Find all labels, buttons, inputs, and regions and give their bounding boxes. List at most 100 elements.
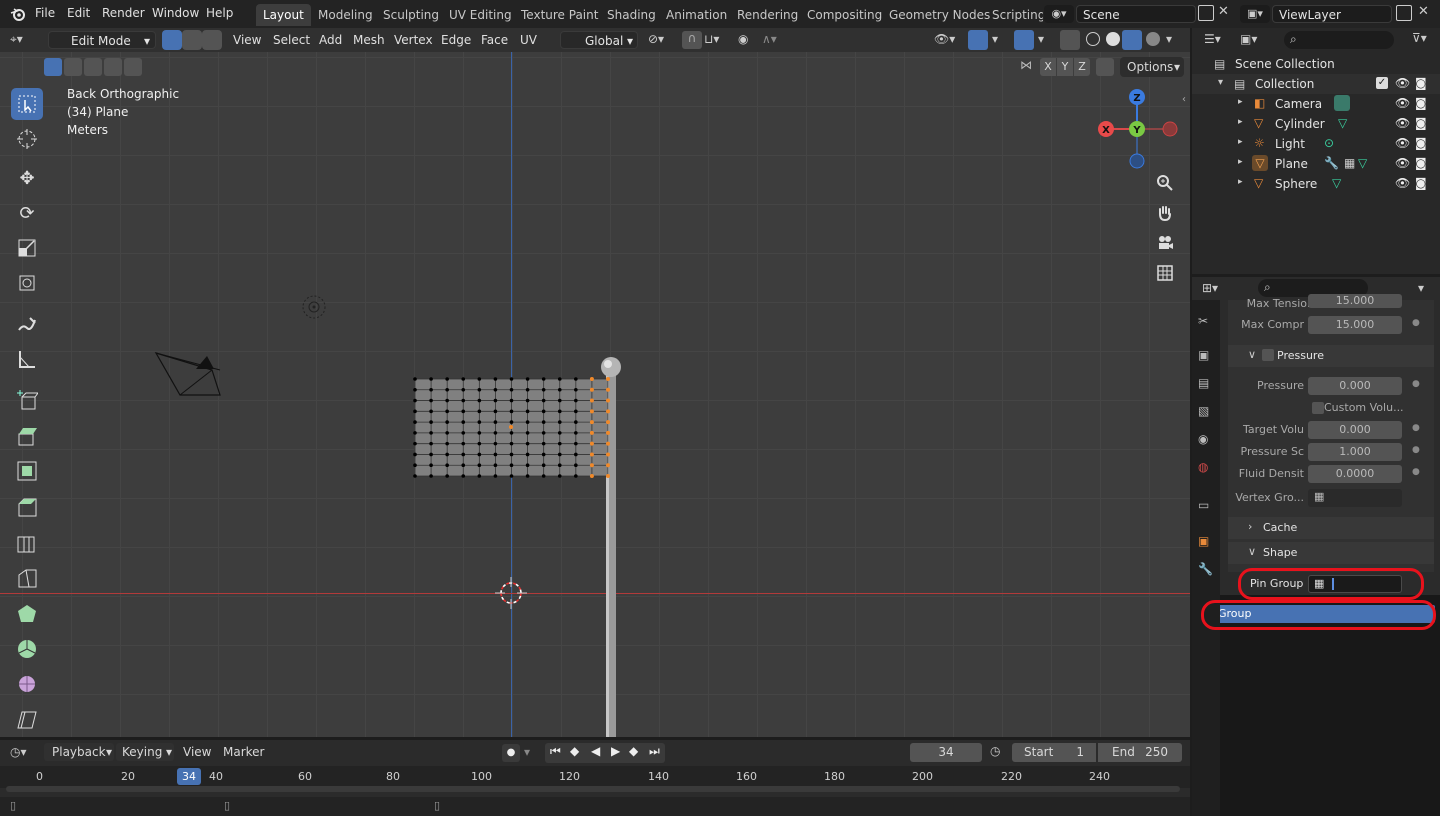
mesh-vertex[interactable]	[493, 463, 498, 468]
max-compr-field[interactable]: 15.000	[1308, 316, 1402, 334]
mesh-vertex[interactable]	[413, 452, 417, 457]
current-frame-field[interactable]: 34	[910, 743, 982, 762]
mesh-vertex[interactable]	[525, 377, 530, 381]
close-viewlayer-icon[interactable]: ✕	[1418, 4, 1429, 19]
extrude-tool-icon[interactable]	[11, 420, 43, 452]
mesh-vertex[interactable]	[509, 463, 514, 468]
mesh-vertex[interactable]	[493, 387, 498, 392]
current-frame-indicator[interactable]: 34	[177, 768, 201, 785]
mesh-vertex[interactable]	[429, 387, 433, 392]
mesh-vertex[interactable]	[525, 474, 530, 478]
mesh-vertex[interactable]	[477, 420, 482, 424]
keyframe-dot-icon[interactable]: ●	[1412, 467, 1420, 477]
mesh-vertex[interactable]	[413, 387, 417, 392]
mesh-vertex[interactable]	[429, 398, 433, 403]
select-box-tool-icon[interactable]	[11, 88, 43, 120]
jump-start-icon[interactable]: ⏮	[550, 744, 561, 759]
outliner-search-field[interactable]: ⌕	[1284, 31, 1394, 49]
camera-object[interactable]	[154, 351, 221, 396]
mesh-vertex[interactable]	[574, 409, 578, 414]
mesh-vertex[interactable]	[606, 377, 610, 381]
mesh-vertex[interactable]	[525, 441, 530, 446]
menu-mesh[interactable]: Mesh	[353, 33, 385, 47]
mesh-vertex[interactable]	[541, 420, 546, 424]
mesh-vertex[interactable]	[541, 398, 546, 403]
outliner-row-plane[interactable]: ▸ ▽ Plane 🔧 ▦ ▽ 👁 ◙	[1192, 154, 1440, 174]
mesh-vertex[interactable]	[589, 420, 594, 425]
mesh-vertex[interactable]	[413, 409, 417, 414]
outliner-editor-type-icon[interactable]: ☰▾	[1204, 32, 1221, 46]
mesh-vertex[interactable]	[477, 474, 482, 478]
overlays-icon[interactable]	[1014, 30, 1034, 50]
chevron-right-icon[interactable]: ▸	[1238, 157, 1243, 167]
menu-render[interactable]: Render	[102, 6, 145, 20]
shear-tool-icon[interactable]	[11, 703, 43, 735]
mesh-vertex[interactable]	[413, 474, 417, 478]
start-frame-field[interactable]: Start 1	[1012, 743, 1096, 762]
outliner-row-collection[interactable]: ▾ ▤ Collection ✓ 👁 ◙	[1192, 74, 1440, 94]
mesh-vertex[interactable]	[589, 377, 594, 381]
pressure-field[interactable]: 0.000	[1308, 377, 1402, 395]
scene-objects[interactable]	[0, 52, 1190, 737]
timeline-marker-menu[interactable]: Marker	[223, 745, 264, 759]
mesh-vertex[interactable]	[589, 430, 594, 435]
output-tab-icon[interactable]: ▤	[1198, 376, 1209, 390]
camera-render-icon[interactable]: ◙	[1415, 76, 1427, 90]
menu-view[interactable]: View	[233, 33, 261, 47]
mesh-vertex[interactable]	[574, 463, 578, 468]
mesh-vertex[interactable]	[445, 431, 449, 435]
camera-render-icon[interactable]: ◙	[1415, 176, 1427, 190]
mesh-vertex[interactable]	[413, 431, 417, 435]
jump-keyframe-forward-icon[interactable]: ◆	[629, 744, 638, 758]
mesh-vertex[interactable]	[445, 463, 449, 468]
mesh-vertex[interactable]	[589, 387, 594, 392]
mesh-vertex[interactable]	[429, 452, 433, 457]
mesh-vertex[interactable]	[477, 431, 482, 435]
mesh-vertex[interactable]	[461, 398, 466, 403]
mesh-vertex[interactable]	[557, 409, 562, 414]
mesh-vertex[interactable]	[477, 409, 482, 414]
mesh-vertex[interactable]	[461, 441, 466, 446]
mesh-vertex[interactable]	[557, 431, 562, 435]
mesh-vertex[interactable]	[493, 398, 498, 403]
mesh-vertex[interactable]	[509, 398, 514, 403]
tab-compositing[interactable]: Compositing	[800, 4, 889, 26]
camera-render-icon[interactable]: ◙	[1415, 136, 1427, 150]
pivot-point-icon[interactable]: ⊘▾	[648, 32, 664, 46]
world-tab-icon[interactable]: ◍	[1198, 460, 1208, 474]
mesh-vertex[interactable]	[413, 463, 417, 468]
solid-shading-icon[interactable]	[1106, 32, 1120, 46]
transform-tool-icon[interactable]	[11, 267, 43, 299]
mesh-vertex[interactable]	[557, 441, 562, 446]
tab-animation[interactable]: Animation	[659, 4, 734, 26]
playback-menu[interactable]: Playback ▾	[44, 743, 114, 761]
outliner-row-camera[interactable]: ▸ ◧ Camera 👁 ◙	[1192, 94, 1440, 114]
knife-tool-icon[interactable]	[11, 562, 43, 594]
filter-icon[interactable]: ⊽▾	[1412, 31, 1427, 45]
bevel-tool-icon[interactable]	[11, 491, 43, 523]
chevron-right-icon[interactable]: ▸	[1238, 137, 1243, 147]
mesh-vertex[interactable]	[413, 377, 417, 381]
eye-icon[interactable]: 👁	[1395, 116, 1410, 130]
mesh-vertex[interactable]	[525, 431, 530, 435]
display-mode-icon[interactable]: ▣▾	[1240, 32, 1257, 46]
mesh-vertex[interactable]	[445, 409, 449, 414]
mesh-vertex[interactable]	[606, 474, 610, 478]
close-scene-icon[interactable]: ✕	[1218, 4, 1229, 19]
mesh-vertex[interactable]	[461, 474, 466, 478]
overlays-menu-icon[interactable]: ▾	[1038, 32, 1044, 46]
menu-window[interactable]: Window	[152, 6, 199, 20]
jump-end-icon[interactable]: ⏭	[649, 744, 660, 759]
mesh-vertex[interactable]	[589, 441, 594, 446]
move-tool-icon[interactable]: ✥	[11, 162, 43, 194]
tab-texture-paint[interactable]: Texture Paint	[514, 4, 605, 26]
mesh-vertex[interactable]	[445, 377, 449, 381]
gizmo-menu-icon[interactable]: ▾	[992, 32, 998, 46]
mesh-vertex[interactable]	[525, 420, 530, 424]
outliner-row-sphere[interactable]: ▸ ▽ Sphere ▽ 👁 ◙	[1192, 174, 1440, 194]
mesh-vertex[interactable]	[606, 409, 610, 414]
menu-vertex[interactable]: Vertex	[394, 33, 433, 47]
mesh-vertex[interactable]	[413, 441, 417, 446]
mesh-vertex[interactable]	[589, 463, 594, 468]
blender-logo-icon[interactable]	[10, 7, 26, 21]
